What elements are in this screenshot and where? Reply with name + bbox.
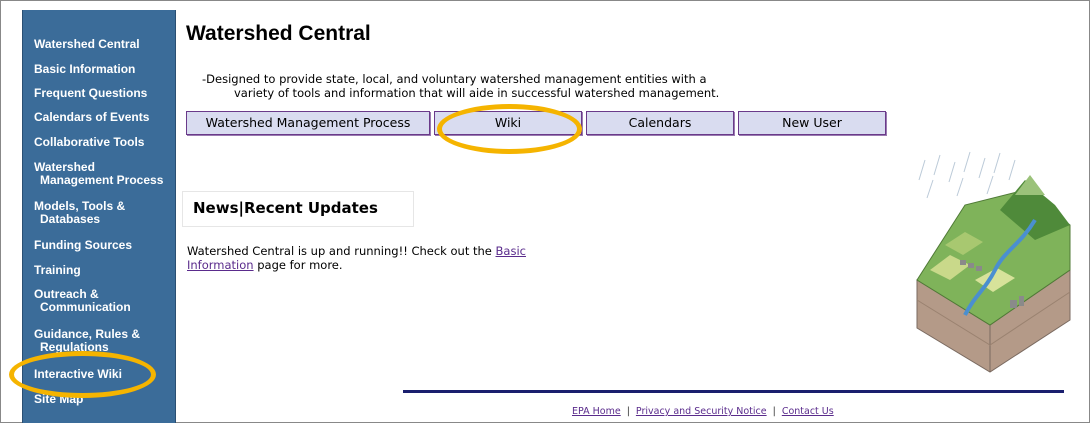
nav-button-wiki[interactable]: Wiki xyxy=(434,111,582,135)
sidebar-item-label-line2: Communication xyxy=(40,300,131,314)
footer-link-contact-us[interactable]: Contact Us xyxy=(782,406,834,417)
nav-button-new-user[interactable]: New User xyxy=(738,111,886,135)
news-text-before: Watershed Central is up and running!! Ch… xyxy=(187,244,496,258)
description-line-1: -Designed to provide state, local, and v… xyxy=(202,72,707,86)
page-title: Watershed Central xyxy=(186,22,371,45)
sidebar-item-label: Training xyxy=(34,263,81,277)
sidebar-item-label-line2: Management Process xyxy=(40,173,164,187)
footer-divider xyxy=(403,390,1064,393)
sidebar-item-label: Collaborative Tools xyxy=(34,135,145,149)
page-description: -Designed to provide state, local, and v… xyxy=(202,72,842,100)
sidebar-item-label: Calendars of Events xyxy=(34,110,150,124)
sidebar-item-models-tools-databases[interactable]: Models, Tools & Databases xyxy=(23,200,175,226)
sidebar-item-label: Watershed Central xyxy=(34,37,140,51)
sidebar-item-calendars-of-events[interactable]: Calendars of Events xyxy=(23,111,175,124)
sidebar-item-label-line2: Regulations xyxy=(40,340,109,354)
sidebar-item-label: Funding Sources xyxy=(34,238,133,252)
description-line-2: variety of tools and information that wi… xyxy=(234,86,720,100)
news-text-after: page for more. xyxy=(253,258,343,272)
footer-separator: | xyxy=(626,406,630,417)
sidebar-item-label-line2: Databases xyxy=(40,212,101,226)
sidebar-item-site-map[interactable]: Site Map xyxy=(23,393,175,406)
sidebar-item-label: Interactive Wiki xyxy=(34,367,122,381)
news-item: Watershed Central is up and running!! Ch… xyxy=(187,244,587,272)
sidebar-item-label: Site Map xyxy=(34,392,84,406)
sidebar-item-frequent-questions[interactable]: Frequent Questions xyxy=(23,87,175,100)
watershed-landscape-illustration xyxy=(916,151,1071,373)
sidebar-item-training[interactable]: Training xyxy=(23,264,175,277)
sidebar-item-label: Basic Information xyxy=(34,62,136,76)
sidebar-item-interactive-wiki[interactable]: Interactive Wiki xyxy=(23,368,175,381)
sidebar-item-watershed-central[interactable]: Watershed Central xyxy=(23,38,175,51)
footer-link-epa-home[interactable]: EPA Home xyxy=(572,406,621,417)
sidebar-item-basic-information[interactable]: Basic Information xyxy=(23,63,175,76)
sidebar-item-guidance-rules-regulations[interactable]: Guidance, Rules & Regulations xyxy=(23,328,175,354)
footer-separator: | xyxy=(772,406,776,417)
sidebar-item-label: Frequent Questions xyxy=(34,86,148,100)
footer-links: EPA Home | Privacy and Security Notice | Con… xyxy=(572,406,834,417)
sidebar-item-watershed-management-process[interactable]: Watershed Management Process xyxy=(23,161,175,187)
sidebar-item-funding-sources[interactable]: Funding Sources xyxy=(23,239,175,252)
footer-link-privacy-security[interactable]: Privacy and Security Notice xyxy=(636,406,767,417)
sidebar-item-collaborative-tools[interactable]: Collaborative Tools xyxy=(23,136,175,149)
nav-button-watershed-management-process[interactable]: Watershed Management Process xyxy=(186,111,430,135)
sidebar-item-outreach-communication[interactable]: Outreach & Communication xyxy=(23,288,175,314)
news-heading: News|Recent Updates xyxy=(193,199,378,217)
nav-button-calendars[interactable]: Calendars xyxy=(586,111,734,135)
sidebar-nav: Watershed Central Basic Information Freq… xyxy=(22,10,176,423)
